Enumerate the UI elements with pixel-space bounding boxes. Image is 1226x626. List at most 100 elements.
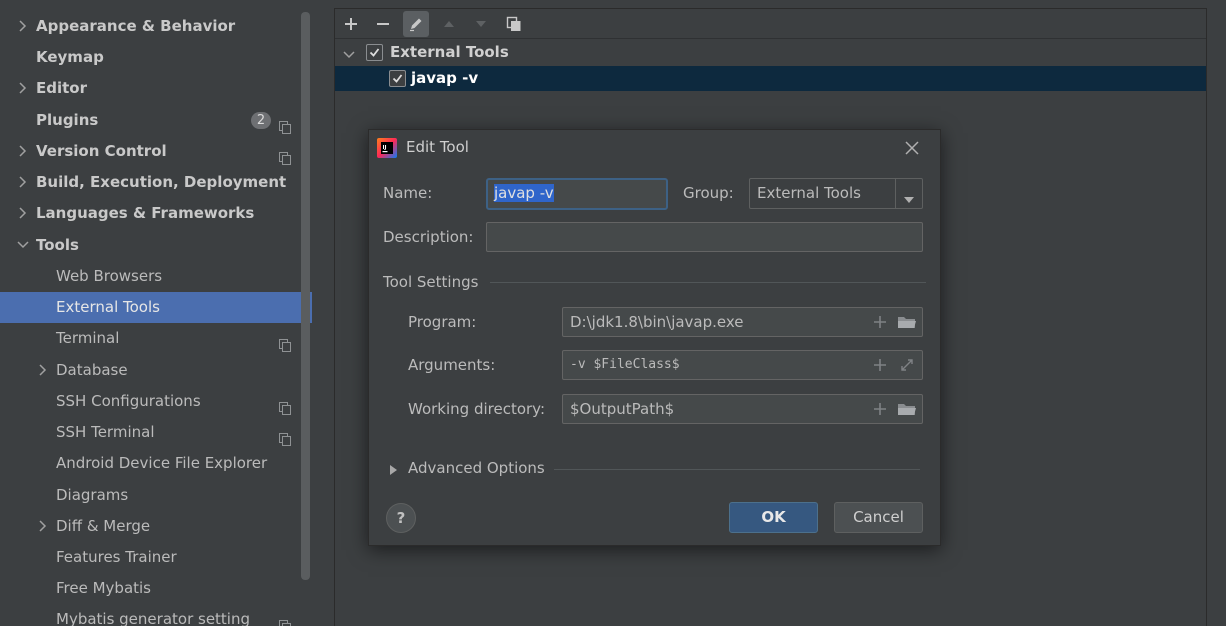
- description-label: Description:: [383, 228, 474, 246]
- select-divider: [895, 179, 896, 208]
- sidebar-item-ssh-configurations[interactable]: SSH Configurations: [0, 386, 312, 417]
- name-input-value: javap -v: [494, 184, 554, 202]
- tree-tool-label: javap -v: [411, 69, 479, 87]
- tool-enabled-checkbox[interactable]: [389, 70, 406, 87]
- sidebar-item-label: Build, Execution, Deployment: [36, 173, 287, 191]
- sidebar-item-appearance-behavior[interactable]: Appearance & Behavior: [0, 11, 312, 42]
- working-directory-field[interactable]: $OutputPath$: [562, 394, 923, 424]
- arguments-field[interactable]: -v $FileClass$: [562, 350, 923, 380]
- tree-row-tool[interactable]: javap -v: [335, 66, 1206, 91]
- expand-triangle-icon[interactable]: [389, 462, 399, 475]
- project-settings-icon: [279, 145, 291, 165]
- insert-macro-icon[interactable]: [872, 401, 888, 417]
- sidebar-item-label: SSH Configurations: [56, 392, 201, 410]
- sidebar-item-label: Free Mybatis: [56, 579, 151, 597]
- sidebar-item-label: Mybatis generator setting: [56, 610, 251, 626]
- sidebar-item-label: Editor: [36, 79, 87, 97]
- sidebar-item-features-trainer[interactable]: Features Trainer: [0, 542, 312, 573]
- chevron-right-icon[interactable]: [16, 11, 30, 42]
- chevron-down-icon[interactable]: [16, 230, 30, 261]
- ok-button[interactable]: OK: [729, 502, 818, 533]
- sidebar-item-android-device-file-explorer[interactable]: Android Device File Explorer: [0, 448, 312, 479]
- sidebar-scrollbar[interactable]: [301, 12, 310, 580]
- sidebar-item-plugins[interactable]: Plugins 2: [0, 105, 312, 136]
- expand-icon[interactable]: [899, 357, 915, 373]
- sidebar-item-terminal[interactable]: Terminal: [0, 323, 312, 354]
- name-field[interactable]: javap -v: [486, 178, 668, 210]
- sidebar-item-keymap[interactable]: Keymap: [0, 42, 312, 73]
- sidebar-item-diagrams[interactable]: Diagrams: [0, 480, 312, 511]
- dialog-title: Edit Tool: [406, 138, 469, 156]
- sidebar-item-languages-frameworks[interactable]: Languages & Frameworks: [0, 198, 312, 229]
- working-directory-label: Working directory:: [408, 400, 546, 418]
- chevron-right-icon[interactable]: [16, 73, 30, 104]
- dropdown-arrow-icon[interactable]: [903, 190, 915, 203]
- move-up-button[interactable]: [436, 11, 462, 37]
- sidebar-item-label: Terminal: [56, 329, 120, 347]
- remove-icon: [377, 23, 389, 25]
- sidebar-item-label: Appearance & Behavior: [36, 17, 236, 35]
- sidebar-item-web-browsers[interactable]: Web Browsers: [0, 261, 312, 292]
- browse-folder-icon[interactable]: [897, 314, 917, 330]
- add-button[interactable]: [338, 11, 364, 37]
- chevron-right-icon[interactable]: [16, 198, 30, 229]
- edit-icon: [410, 18, 422, 32]
- sidebar-item-tools[interactable]: Tools: [0, 230, 312, 261]
- edit-tool-dialog: IJ Edit Tool Name: javap -v Group: Exter…: [368, 129, 941, 546]
- project-settings-icon: [279, 613, 291, 626]
- add-icon: [345, 18, 357, 30]
- chevron-right-icon[interactable]: [16, 167, 30, 198]
- tree-row-group[interactable]: External Tools: [335, 40, 1206, 65]
- project-settings-icon: [279, 395, 291, 415]
- chevron-right-icon[interactable]: [36, 355, 50, 386]
- help-button[interactable]: ?: [386, 503, 416, 533]
- sidebar-item-editor[interactable]: Editor: [0, 73, 312, 104]
- edit-button[interactable]: [403, 11, 429, 37]
- cancel-button[interactable]: Cancel: [834, 502, 923, 533]
- sidebar-item-label: Features Trainer: [56, 548, 177, 566]
- chevron-right-icon[interactable]: [36, 511, 50, 542]
- sidebar-item-label: Diagrams: [56, 486, 129, 504]
- browse-folder-icon[interactable]: [897, 401, 917, 417]
- remove-button[interactable]: [370, 11, 396, 37]
- group-select[interactable]: External Tools: [749, 178, 923, 209]
- program-label: Program:: [408, 313, 477, 331]
- close-icon[interactable]: [904, 140, 920, 156]
- sidebar-item-free-mybatis[interactable]: Free Mybatis: [0, 573, 312, 604]
- tools-toolbar: [335, 9, 1206, 39]
- chevron-down-icon[interactable]: [343, 47, 355, 65]
- description-field[interactable]: [486, 222, 923, 252]
- insert-macro-icon[interactable]: [872, 357, 888, 373]
- sidebar-item-label: Version Control: [36, 142, 167, 160]
- chevron-right-icon[interactable]: [16, 136, 30, 167]
- arguments-input-value: -v $FileClass$: [570, 357, 680, 372]
- group-enabled-checkbox[interactable]: [366, 44, 383, 61]
- advanced-options-toggle[interactable]: Advanced Options: [408, 459, 545, 477]
- svg-text:IJ: IJ: [383, 145, 387, 151]
- plugins-update-badge: 2: [251, 112, 271, 129]
- arguments-label: Arguments:: [408, 356, 496, 374]
- sidebar-item-label: Diff & Merge: [56, 517, 151, 535]
- name-label: Name:: [383, 184, 433, 202]
- insert-macro-icon[interactable]: [872, 314, 888, 330]
- group-select-value: External Tools: [757, 184, 861, 202]
- sidebar-item-mybatis-generator-setting[interactable]: Mybatis generator setting: [0, 604, 312, 626]
- intellij-icon: IJ: [377, 138, 397, 158]
- checkmark-icon: [392, 74, 403, 83]
- program-input-value: D:\jdk1.8\bin\javap.exe: [570, 313, 744, 331]
- sidebar-item-label: Keymap: [36, 48, 104, 66]
- sidebar-item-diff-merge[interactable]: Diff & Merge: [0, 511, 312, 542]
- tool-settings-separator: [490, 282, 926, 283]
- sidebar-item-build-execution-deployment[interactable]: Build, Execution, Deployment: [0, 167, 312, 198]
- program-field[interactable]: D:\jdk1.8\bin\javap.exe: [562, 307, 923, 337]
- sidebar-item-version-control[interactable]: Version Control: [0, 136, 312, 167]
- copy-button[interactable]: [501, 11, 527, 37]
- copy-icon: [506, 16, 521, 31]
- sidebar-item-database[interactable]: Database: [0, 355, 312, 386]
- sidebar-item-label: Plugins: [36, 111, 99, 129]
- move-down-button[interactable]: [468, 11, 494, 37]
- sidebar-item-label: External Tools: [56, 298, 160, 316]
- sidebar-item-external-tools[interactable]: External Tools: [0, 292, 312, 323]
- sidebar-item-ssh-terminal[interactable]: SSH Terminal: [0, 417, 312, 448]
- move-up-icon: [444, 21, 454, 27]
